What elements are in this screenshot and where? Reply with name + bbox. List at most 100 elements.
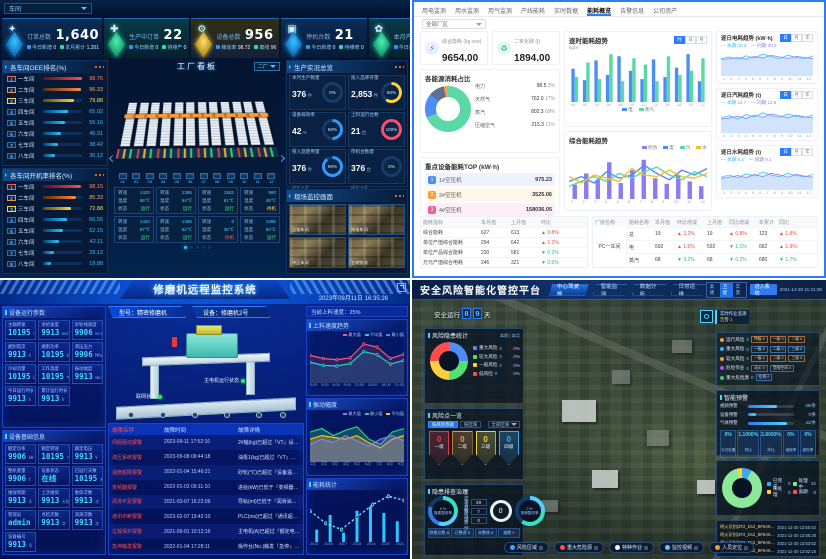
period-toggle-btn[interactable]: 月 <box>791 91 802 99</box>
line-status-card[interactable]: 转速1420 温度57℃ 状态运行 <box>114 216 154 243</box>
factory-3d-view[interactable] <box>110 73 284 173</box>
period-toggle-btn[interactable]: 日 <box>780 34 791 42</box>
nav-tab[interactable]: 数据分析 <box>632 284 667 296</box>
rank-bar-row: 3三车间 72.88 <box>3 203 107 214</box>
risk-level-shield[interactable]: 0四级 <box>499 431 519 465</box>
energy-tab[interactable]: 实时数据 <box>554 6 578 16</box>
kpi-compare-table: 能耗指标本月值上月值环比 综合能耗627613▲ 0.8% 单位产值综合能耗29… <box>420 216 588 268</box>
map-building <box>612 370 630 384</box>
fullscreen-icon[interactable] <box>397 283 406 292</box>
plant-select[interactable]: 二厂 <box>254 62 280 71</box>
map-camera-marker[interactable]: 实时作业监测告警 1 <box>700 310 749 324</box>
alert-feed-row[interactable]: 明火识别(2F2_D12_BF5A63M)已恢复正常(视频预警)2021-12-… <box>720 523 816 531</box>
energy-tab[interactable]: 产线能耗 <box>521 6 545 16</box>
machine-3d-view[interactable]: 联网状态 主电机运行状态 <box>108 321 304 421</box>
map-legend-pill[interactable]: 人员定位 <box>709 542 754 553</box>
info-tile: 维保周期 9913 天 <box>5 488 36 508</box>
risk-level-shield[interactable]: 0三级 <box>476 431 496 465</box>
period-link[interactable]: 本周 | 本月 <box>500 333 520 339</box>
cctv-thumbnail[interactable]: 总装车间 <box>289 204 346 235</box>
fault-row[interactable]: 急停触发报警2022-01-04 17:28:11操作台(No.)触发『急停』按… <box>109 539 303 554</box>
model-chip[interactable]: 型号：精密修磨机 <box>108 306 186 318</box>
panel-title: 现场监控画面 <box>294 191 333 201</box>
rank-bar-row: 8八车间 30.12 <box>3 150 107 161</box>
line-machine-icon[interactable]: 08 <box>212 173 222 186</box>
plant-area-select[interactable]: 全部厂区 <box>422 19 486 29</box>
enter-system-button[interactable]: 进入系统 <box>750 284 777 295</box>
period-toggle-btn[interactable]: 年 <box>802 148 813 156</box>
chevron-down-icon <box>476 23 482 29</box>
line-machine-icon[interactable]: 05 <box>172 173 182 186</box>
nav-tab[interactable]: 中心驾驶舱 <box>549 284 589 296</box>
fault-row[interactable]: 过载保护报警2021-09-01 10:12:16主电机(A)已超过『额定电流』… <box>109 524 303 539</box>
map-legend-pill[interactable]: 重大危险源 <box>554 542 604 553</box>
map-legend-pill[interactable]: 风险区域 <box>504 542 549 553</box>
map-view-option[interactable]: 高德 <box>707 283 720 297</box>
carousel-dots[interactable] <box>110 244 284 249</box>
fault-row[interactable]: 液压系统报警2023-09-08 09:44:18油泵1(kg)已超过『VT』设… <box>109 450 303 465</box>
risk-legend-row: 重大风险0 一级 0二级 0三级 0 <box>720 345 816 355</box>
line-machine-icon[interactable]: 01 <box>118 173 128 186</box>
risk-level-shield[interactable]: 0二级 <box>452 431 472 465</box>
q1-right-column: 生产实况总览 本月生产数量 376 件 环比上月 0% <box>286 60 408 274</box>
line-machine-icon[interactable]: 11 <box>253 173 263 186</box>
period-toggle-btn[interactable]: 月 <box>791 34 802 42</box>
line-machine-icon[interactable]: 10 <box>239 173 249 186</box>
line-status-card[interactable]: 转速1295 温度50℃ 状态运行 <box>240 216 280 243</box>
line-machine-icon[interactable]: 09 <box>226 173 236 186</box>
line-status-card[interactable]: 转速1385 温度54℃ 状态运行 <box>156 187 196 214</box>
map-view-option[interactable]: 卫星 <box>720 283 733 297</box>
line-machine-icon[interactable]: 07 <box>199 173 209 186</box>
filter-tab[interactable]: 按风险等级 <box>428 421 458 428</box>
q1-workshop-select[interactable]: 车间 <box>4 3 92 14</box>
energy-tab[interactable]: 用水监测 <box>455 6 479 16</box>
energy-tab[interactable]: 公司资产 <box>653 6 677 16</box>
panel-deco-dots <box>94 66 104 68</box>
period-toggle-btn[interactable]: 月 <box>696 36 707 44</box>
energy-tab[interactable]: 能耗概览 <box>587 6 611 16</box>
nav-tab[interactable]: 智能监测 <box>593 284 628 296</box>
line-machine-icon[interactable]: 02 <box>131 173 141 186</box>
period-toggle-btn[interactable]: 日 <box>685 36 696 44</box>
legend-toggle <box>644 546 648 550</box>
line-machine-icon[interactable]: 04 <box>158 173 168 186</box>
line-status-card[interactable]: 转速1502 温度61℃ 状态运行 <box>198 187 238 214</box>
map-legend-pill[interactable]: 监控视频 <box>659 542 704 553</box>
top-device-row[interactable]: 22#空压机3525.06 <box>425 188 555 201</box>
device-chip[interactable]: 设备：修磨机2号 <box>192 306 270 318</box>
fault-row[interactable]: 伺服驱动报警2023-09-11 17:52:162#轴(kg)已超过『VT』设… <box>109 435 303 450</box>
period-toggle-btn[interactable]: 日 <box>780 91 791 99</box>
line-status-card[interactable]: 转速0 温度36℃ 状态停机 <box>198 216 238 243</box>
line-status-card[interactable]: 转速1420 温度56℃ 状态运行 <box>114 187 154 214</box>
period-toggle-btn[interactable]: 日 <box>780 148 791 156</box>
line-machine-icon[interactable]: 03 <box>145 173 155 186</box>
period-toggle-btn[interactable]: 年 <box>802 34 813 42</box>
alert-feed-row[interactable]: 明火识别(2F2_D12_BF5A63M)已恢复正常(视频预警)2021-12-… <box>720 531 816 539</box>
energy-tab[interactable]: 用电监测 <box>422 6 446 16</box>
cctv-thumbnail[interactable]: 焊接车间 <box>348 204 405 235</box>
cctv-thumbnail[interactable]: 仓储物流 <box>348 237 405 268</box>
fault-row[interactable]: 润滑不足报警2021-03-07 16:22:09导轨(ml)已低于『润滑油』最… <box>109 495 303 510</box>
area-select[interactable]: 全部区域 <box>488 421 520 428</box>
top-device-row[interactable]: 34#空压机158036.05 <box>425 203 555 216</box>
fault-row[interactable]: 温度超限报警2022-01-04 15:46:21砂轮(℃)已超过『设备温度』报… <box>109 465 303 480</box>
line-machine-icon[interactable]: 12 <box>266 173 276 186</box>
map-legend-pill[interactable]: 特种作业 <box>609 542 654 553</box>
cctv-thumbnail[interactable]: 冲压车间 <box>289 237 346 268</box>
line-machine-icon[interactable]: 06 <box>185 173 195 186</box>
line-status-card[interactable]: 转速1366 温度52℃ 状态运行 <box>156 216 196 243</box>
fault-row[interactable]: 变频器报警2022-01-03 09:11:10进给(kW)已低于『变频器』设定… <box>109 480 303 495</box>
filter-tab[interactable]: 按区域 <box>460 421 481 428</box>
period-toggle-btn[interactable]: 月 <box>791 148 802 156</box>
nav-tab[interactable]: 日常运维 <box>671 284 706 296</box>
period-toggle-btn[interactable]: 年 <box>802 91 813 99</box>
top-device-row[interactable]: 11#空压机975.23 <box>425 173 555 186</box>
fault-row[interactable]: 通讯中断报警2023-02-07 19:42:10PLC(ms)已超过『通讯超时… <box>109 509 303 524</box>
energy-tab[interactable]: 告警信息 <box>620 6 644 16</box>
period-toggle-btn[interactable]: 时 <box>674 36 685 44</box>
energy-mix-panel: 各能源消耗占比 电力98.5 3% 天然气762.0 17% <box>420 69 560 153</box>
map-view-option[interactable]: 实景 <box>733 283 746 297</box>
risk-level-shield[interactable]: 0一级 <box>429 431 449 465</box>
energy-tab[interactable]: 用气监测 <box>488 6 512 16</box>
line-status-card[interactable]: 转速980 温度48℃ 状态待机 <box>240 187 280 214</box>
